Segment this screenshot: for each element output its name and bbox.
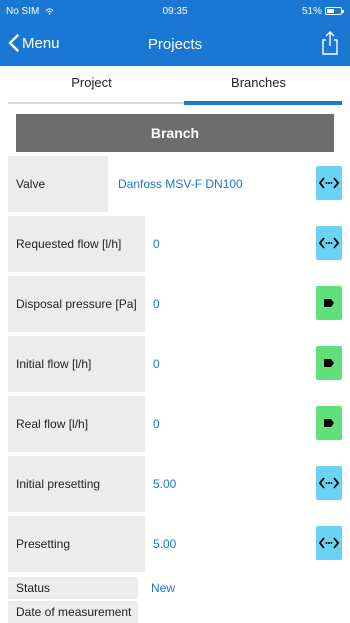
tag-icon [324,419,334,427]
select-icon [319,537,339,549]
select-icon [319,177,339,189]
page-title: Projects [147,36,203,53]
tag-disposal-pressure-button[interactable] [316,286,342,320]
row-label: Real flow [l/h] [8,396,145,452]
select-valve-button[interactable] [316,166,342,200]
tag-real-flow-button[interactable] [316,406,342,440]
tab-project[interactable]: Project [8,66,175,106]
tag-icon [324,299,334,307]
row-value: 0 [153,417,160,431]
row-value: 5.00 [153,537,177,551]
status-time: 09:35 [162,6,188,17]
row-label: Requested flow [l/h] [8,216,145,272]
tab-branches[interactable]: Branches [175,66,342,106]
row-status: Status New [8,577,342,599]
row-initial-flow: Initial flow [l/h] 0 [8,336,342,392]
row-real-flow: Real flow [l/h] 0 [8,396,342,452]
row-label: Status [8,577,138,599]
row-value: 0 [153,297,160,311]
status-bar: No SIM 09:35 51% [0,0,350,22]
navigation-bar: Menu Projects [0,22,350,66]
row-label: Valve [8,156,108,212]
battery-percent: 51% [301,6,322,17]
share-icon[interactable] [320,30,340,56]
row-value: 0 [153,237,160,251]
select-initial-presetting-button[interactable] [316,466,342,500]
select-requested-flow-button[interactable] [316,226,342,260]
row-presetting: Presetting 5.00 [8,516,342,572]
row-disposal-pressure: Disposal pressure [Pa] 0 [8,276,342,332]
row-requested-flow: Requested flow [l/h] 0 [8,216,342,272]
section-header-branch: Branch [16,114,334,152]
row-label: Date of measurement [8,601,138,623]
select-icon [319,477,339,489]
tag-initial-flow-button[interactable] [316,346,342,380]
row-date-of-measurement: Date of measurement [8,601,342,623]
status-value: New [151,581,176,595]
row-label: Presetting [8,516,145,572]
select-presetting-button[interactable] [316,526,342,560]
tab-selected-indicator [184,101,342,105]
battery-icon [325,7,344,15]
row-value: 5.00 [153,477,177,491]
row-value: Danfoss MSV-F DN100 [118,177,243,191]
tag-icon [324,359,334,367]
select-icon [319,237,339,249]
row-value: 0 [153,357,160,371]
row-valve: Valve Danfoss MSV-F DN100 [8,156,342,212]
row-initial-presetting: Initial presetting 5.00 [8,456,342,512]
row-label: Initial flow [l/h] [8,336,145,392]
row-label: Initial presetting [8,456,145,512]
tab-bar: Project Branches [8,66,342,106]
row-label: Disposal pressure [Pa] [8,276,145,332]
